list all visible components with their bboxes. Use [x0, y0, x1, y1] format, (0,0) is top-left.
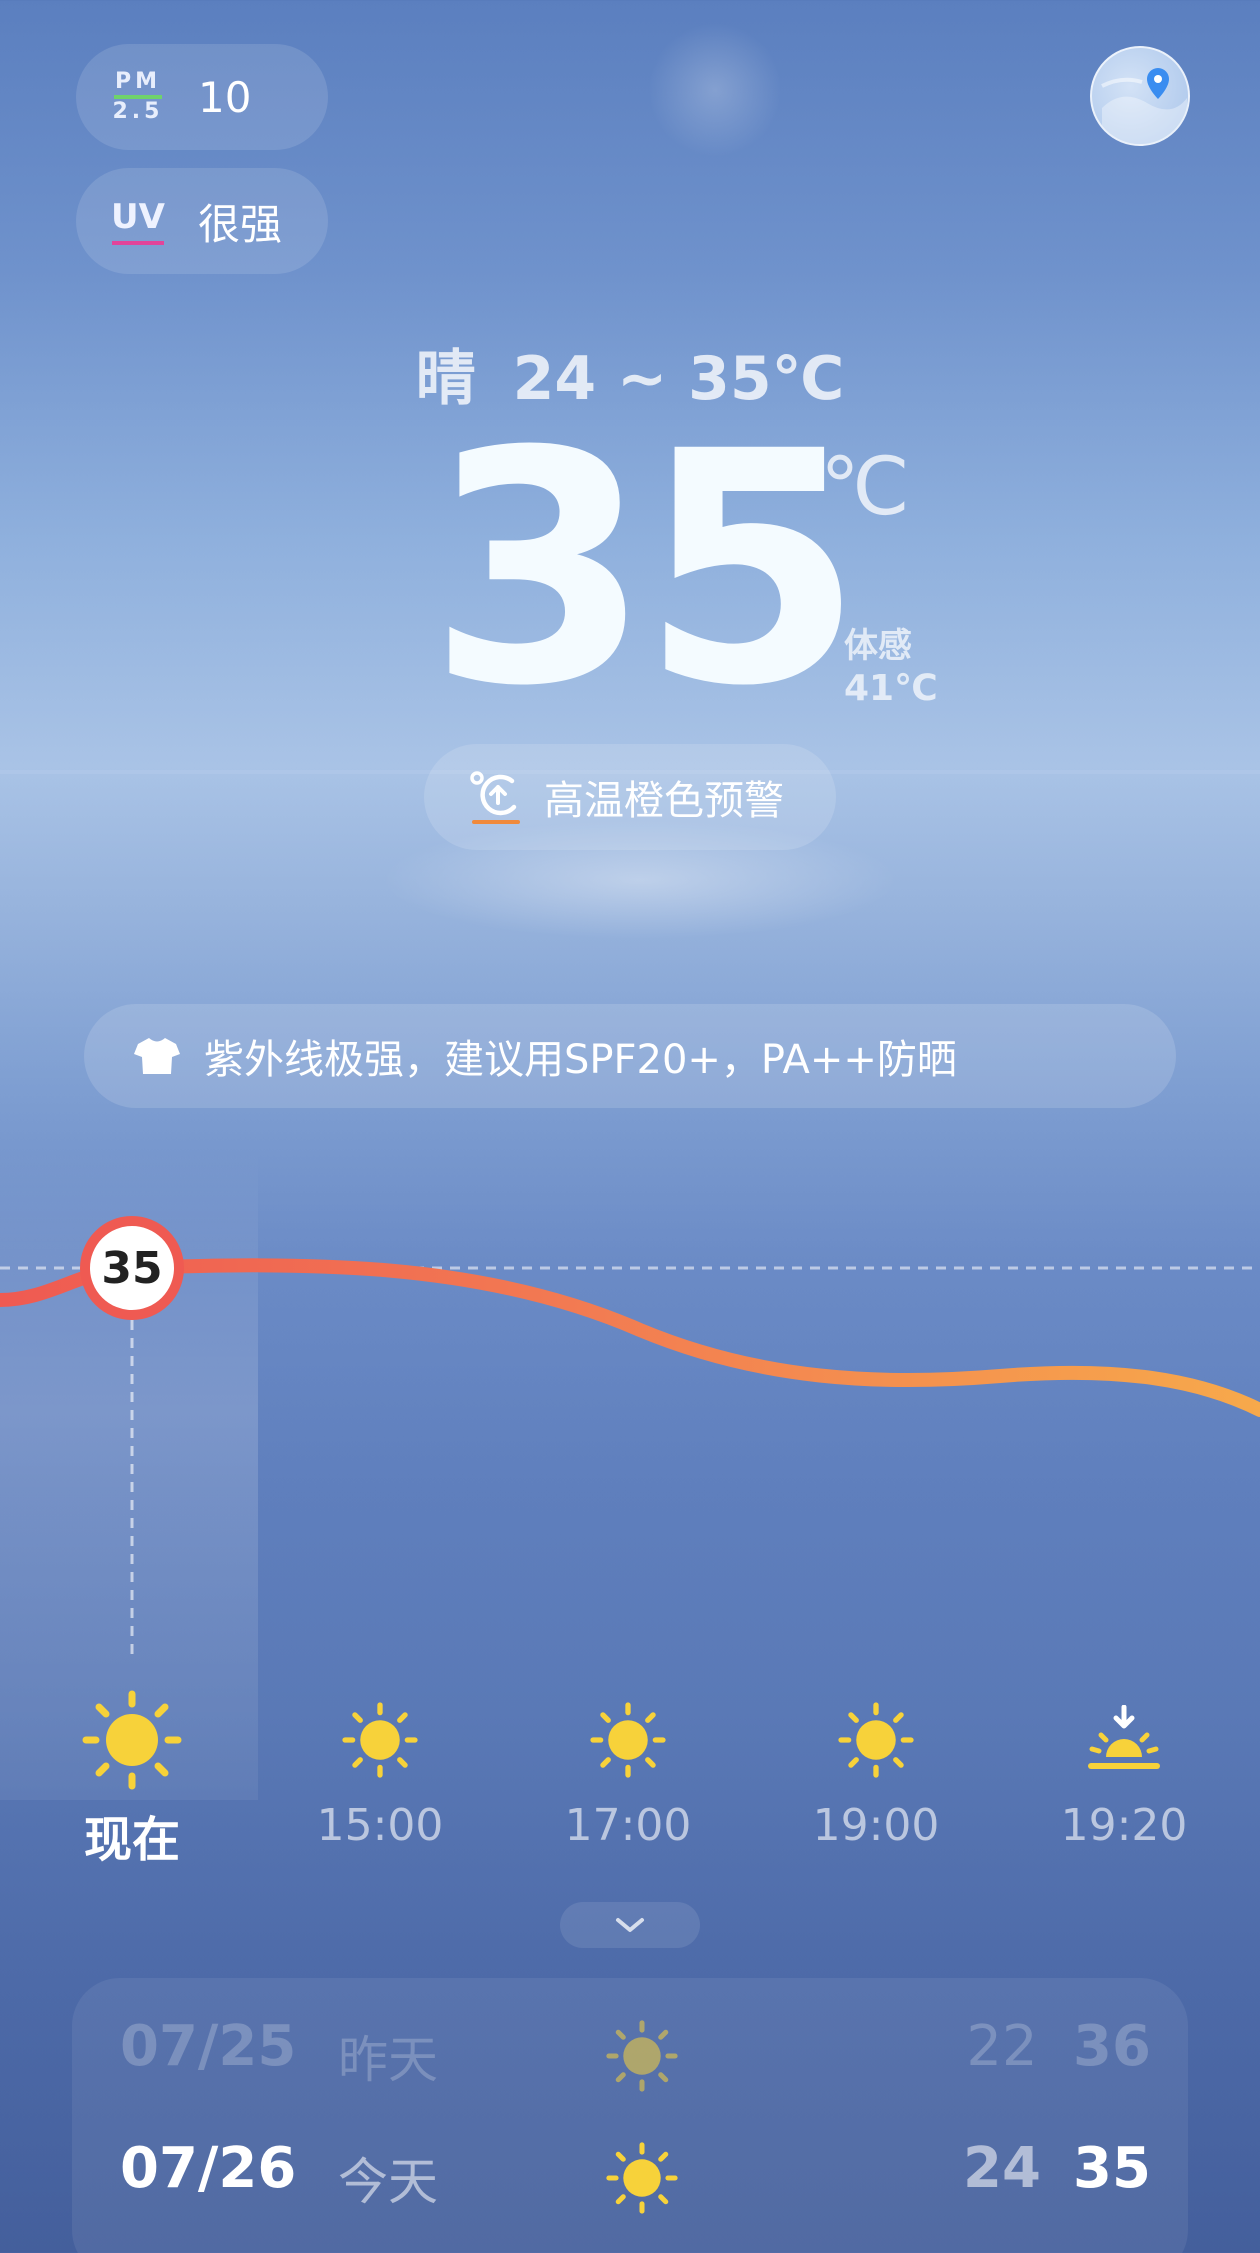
sun-icon: [342, 1702, 418, 1778]
hour-item-now[interactable]: 现在: [32, 1690, 232, 1870]
sun-icon: [82, 1690, 182, 1790]
sun-icon: [606, 2020, 678, 2092]
hour-item-1500[interactable]: 15:00: [280, 1690, 480, 1851]
uv-advice-bar[interactable]: 紫外线极强，建议用SPF20+，PA++防晒: [84, 1004, 1176, 1108]
day-high-temp: 36: [1073, 2014, 1151, 2079]
uv-bar: [112, 241, 164, 245]
temperature-line: [0, 1258, 1260, 1417]
warning-text: 高温橙色预警: [544, 778, 784, 824]
heat-warning-button[interactable]: 高温橙色预警: [424, 744, 836, 850]
hour-item-1700[interactable]: 17:00: [528, 1690, 728, 1851]
day-low-temp: 22: [966, 2014, 1038, 2079]
day-name: 昨天: [338, 2031, 438, 2089]
hour-label: 现在: [83, 1812, 180, 1868]
temperature-unit: ℃: [820, 440, 910, 533]
high-temperature-icon: [470, 771, 520, 824]
uv-value: 很强: [198, 199, 283, 249]
hour-label: 19:00: [812, 1800, 940, 1851]
location-pin-icon: [1101, 68, 1187, 144]
sunset-icon: [1088, 1705, 1160, 1769]
day-name: 今天: [338, 2153, 438, 2211]
advice-text: 紫外线极强，建议用SPF20+，PA++防晒: [204, 1037, 957, 1083]
day-date: 07/25: [120, 2014, 297, 2079]
daily-row-yesterday[interactable]: 07/25 昨天 22 36: [72, 2002, 1188, 2102]
uv-chip[interactable]: UV 很强: [76, 168, 328, 274]
hour-label: 17:00: [564, 1800, 692, 1851]
location-button[interactable]: [1090, 46, 1190, 146]
pm25-label-bottom: 2.5: [112, 99, 164, 124]
now-temperature-marker: 35: [80, 1216, 184, 1320]
daily-row-today[interactable]: 07/26 今天 24 35: [72, 2124, 1188, 2224]
pm25-value: 10: [198, 72, 252, 122]
sky-flare: [650, 20, 780, 160]
expand-forecast-button[interactable]: [560, 1902, 700, 1948]
feels-like-value: 41℃: [844, 668, 938, 709]
hourly-forecast: 现在 15:00 17:00 19:00 19:20: [0, 1690, 1260, 1870]
tshirt-icon: [134, 1038, 180, 1074]
day-high-temp: 35: [1073, 2136, 1151, 2201]
current-temperature: 35: [428, 384, 863, 756]
pm25-chip[interactable]: PM 2.5 10: [76, 44, 328, 150]
uv-label: UV: [111, 197, 165, 237]
hour-item-1900[interactable]: 19:00: [776, 1690, 976, 1851]
sun-icon: [606, 2142, 678, 2214]
chevron-down-icon: [616, 1918, 644, 1932]
hourly-temperature-curve: [0, 1140, 1260, 1700]
hour-item-sunset[interactable]: 19:20: [1024, 1690, 1224, 1851]
day-low-temp: 24: [963, 2136, 1041, 2201]
hour-label: 19:20: [1060, 1800, 1188, 1851]
uv-icon: UV: [111, 197, 165, 245]
sun-icon: [838, 1702, 914, 1778]
hour-label: 15:00: [316, 1800, 444, 1851]
pm25-icon: PM 2.5: [112, 69, 164, 125]
feels-like-label: 体感: [844, 626, 912, 666]
day-date: 07/26: [120, 2136, 297, 2201]
sun-icon: [590, 1702, 666, 1778]
daily-forecast-card: 07/25 昨天 22 36 07/26 今天 24 35: [72, 1978, 1188, 2253]
pm25-label-top: PM: [114, 69, 162, 94]
